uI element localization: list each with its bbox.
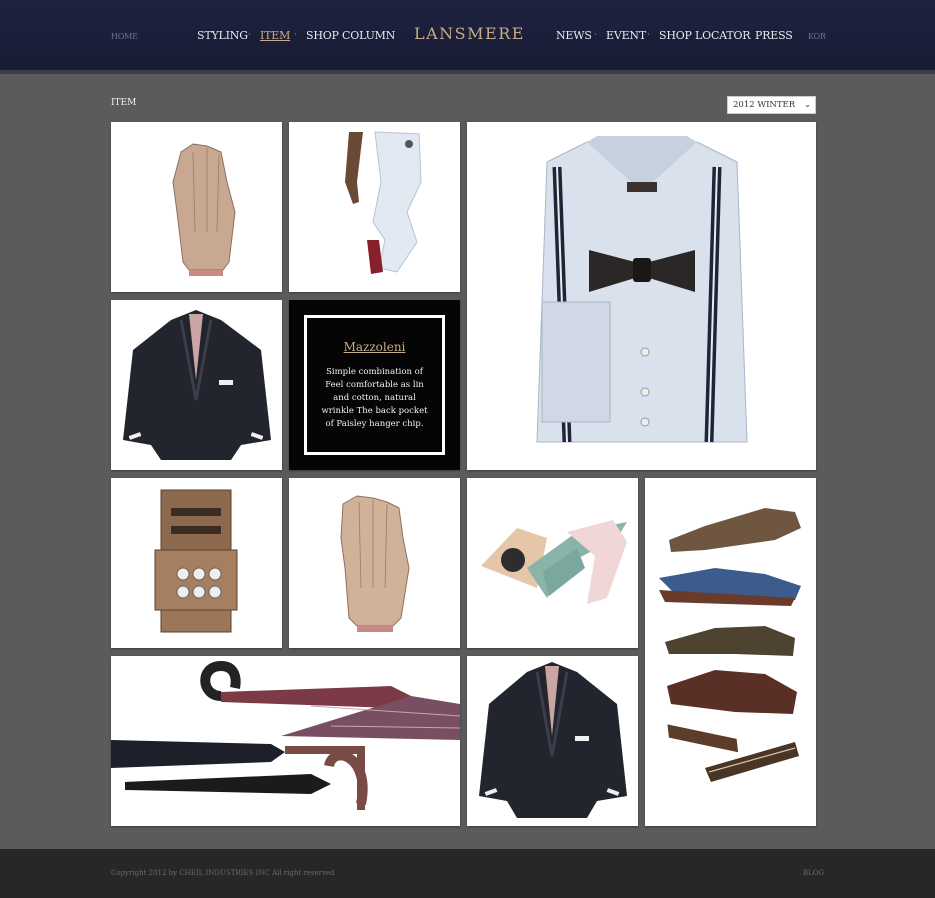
featured-item-frame: Mazzoleni Simple combination of Feel com…: [304, 315, 445, 455]
nav-language-kor[interactable]: KOR: [808, 32, 826, 41]
nav-separator: ·: [647, 30, 650, 40]
nav-press[interactable]: PRESS: [755, 29, 793, 42]
product-tile-ties[interactable]: [467, 478, 638, 648]
product-tile-umbrella[interactable]: [111, 656, 460, 826]
product-tile-shirt[interactable]: [467, 122, 816, 470]
season-select[interactable]: 2012 WINTER ⌄: [727, 96, 816, 114]
product-tile-trousers[interactable]: [289, 122, 460, 292]
jacket-icon: [467, 656, 638, 826]
product-tile-shoe-care-kit[interactable]: [111, 478, 282, 648]
shoe-care-kit-icon: [111, 478, 282, 648]
nav-news[interactable]: NEWS: [556, 29, 592, 42]
page-title: ITEM: [111, 98, 137, 108]
product-tile-jacket-2[interactable]: [467, 656, 638, 826]
nav-separator: ·: [248, 30, 251, 40]
nav-separator: ·: [294, 30, 297, 40]
nav-separator: ·: [594, 30, 597, 40]
site-footer: Copyright 2012 by CHEIL INDUSTRIES INC A…: [0, 849, 935, 898]
nav-event[interactable]: EVENT: [606, 29, 646, 42]
site-header: HOME STYLING · ITEM · SHOP COLUMN LANSME…: [0, 0, 935, 74]
gloves-icon: [111, 122, 282, 292]
season-select-value: 2012 WINTER: [733, 100, 796, 110]
product-tile-gloves[interactable]: [111, 122, 282, 292]
chevron-down-icon: ⌄: [804, 100, 811, 109]
nav-shop-locator[interactable]: SHOP LOCATOR: [659, 29, 751, 42]
nav-shop-column[interactable]: SHOP COLUMN: [306, 29, 395, 42]
product-tile-jacket[interactable]: [111, 300, 282, 470]
featured-item-card[interactable]: Mazzoleni Simple combination of Feel com…: [289, 300, 460, 470]
gloves-icon: [289, 478, 460, 648]
umbrella-shoehorn-icon: [111, 656, 460, 826]
featured-item-description: Simple combination of Feel comfortable a…: [321, 367, 428, 429]
trousers-belt-icon: [289, 122, 460, 292]
nav-home[interactable]: HOME: [111, 32, 138, 41]
featured-item-title[interactable]: Mazzoleni: [307, 340, 442, 354]
product-tile-shoes[interactable]: [645, 478, 816, 826]
ties-icon: [467, 478, 638, 648]
site-logo[interactable]: LANSMERE: [414, 24, 525, 43]
nav-item[interactable]: ITEM: [260, 29, 290, 42]
copyright-text: Copyright 2012 by CHEIL INDUSTRIES INC A…: [111, 869, 335, 877]
nav-styling[interactable]: STYLING: [197, 29, 248, 42]
shoes-icon: [645, 478, 816, 826]
shirt-bowtie-icon: [467, 122, 816, 470]
nav-separator: ·: [743, 30, 746, 40]
blog-link[interactable]: BLOG: [803, 869, 824, 877]
jacket-icon: [111, 300, 282, 470]
product-tile-gloves-2[interactable]: [289, 478, 460, 648]
